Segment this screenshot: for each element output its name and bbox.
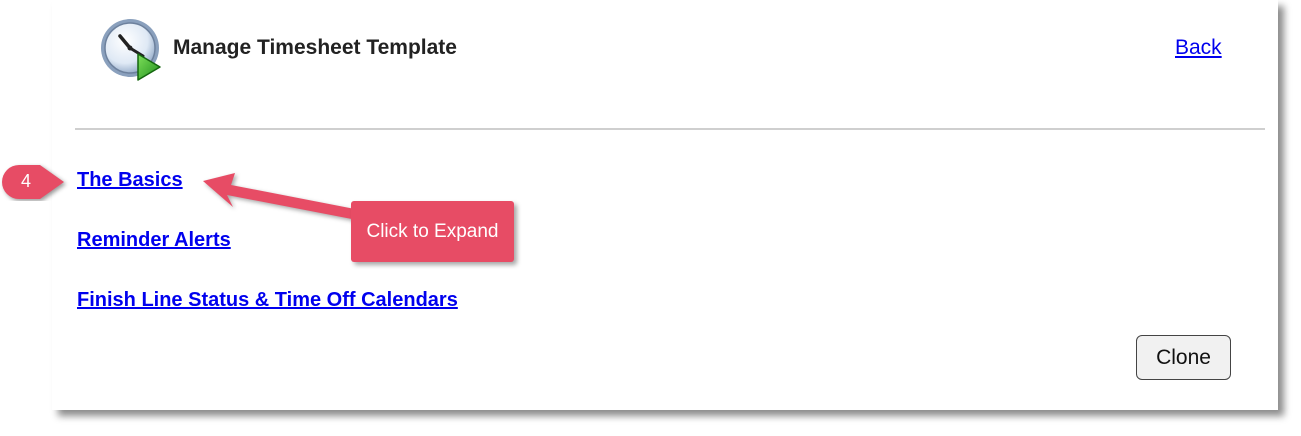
callout-arrow <box>203 173 360 220</box>
callout-box: Click to Expand <box>351 201 514 262</box>
back-link[interactable]: Back <box>1175 36 1222 60</box>
section-link-finish-line-status[interactable]: Finish Line Status & Time Off Calendars <box>77 289 458 312</box>
step-number: 4 <box>20 171 31 191</box>
header-divider <box>75 128 1265 130</box>
clone-button[interactable]: Clone <box>1136 335 1231 380</box>
section-link-the-basics[interactable]: The Basics <box>77 169 183 192</box>
page-title: Manage Timesheet Template <box>173 36 457 59</box>
section-link-reminder-alerts[interactable]: Reminder Alerts <box>77 229 231 252</box>
clock-play-icon <box>101 19 161 81</box>
